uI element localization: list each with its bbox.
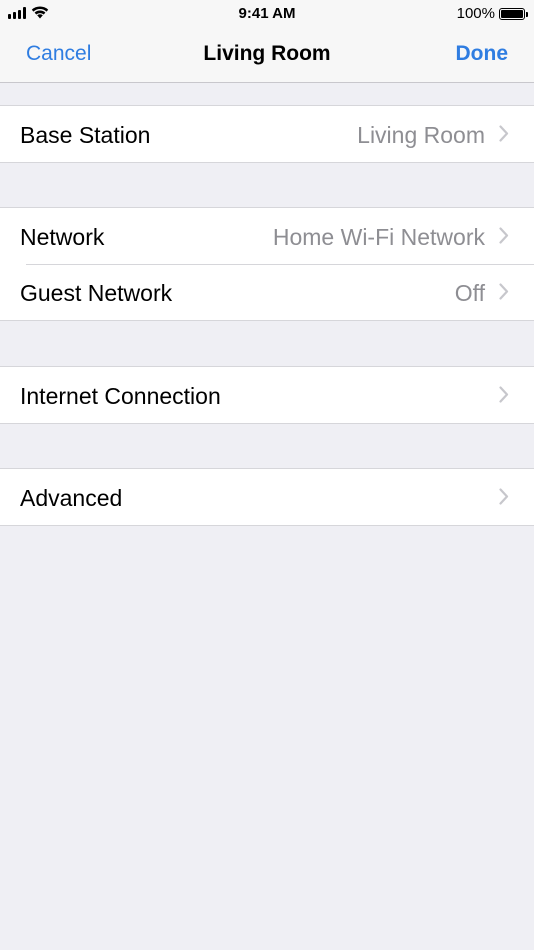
chevron-right-icon [499,125,509,142]
cancel-button[interactable]: Cancel [26,42,91,66]
row-label: Network [20,224,105,250]
row-value: Living Room [357,122,485,148]
row-label: Base Station [20,122,151,148]
done-button[interactable]: Done [456,42,509,66]
status-bar: 9:41 AM 100% [0,0,534,28]
row-value: Home Wi-Fi Network [272,224,485,250]
section-advanced: Advanced [0,468,534,526]
battery-percent: 100% [456,5,495,22]
status-right: 100% [456,5,528,22]
row-advanced[interactable]: Advanced [0,469,534,525]
row-base-station[interactable]: Base Station Living Room [0,106,534,162]
section-network: Network Home Wi-Fi Network Guest Network… [0,207,534,321]
battery-cap [526,11,528,17]
battery-icon [499,7,528,20]
row-guest-network[interactable]: Guest Network Off [0,264,534,320]
navigation-bar: Cancel Living Room Done [0,28,534,83]
chevron-right-icon [499,386,509,403]
chevron-right-icon [499,283,509,300]
chevron-right-icon [499,488,509,505]
section-base-station: Base Station Living Room [0,105,534,163]
row-network[interactable]: Network Home Wi-Fi Network [0,208,534,264]
row-label: Advanced [20,485,123,511]
status-time: 9:41 AM [238,5,296,22]
row-label: Guest Network [20,280,173,306]
battery-fill [501,9,523,18]
section-internet: Internet Connection [0,366,534,424]
row-label: Internet Connection [20,383,221,409]
chevron-right-icon [499,227,509,244]
row-internet-connection[interactable]: Internet Connection [0,367,534,423]
row-value: Off [454,280,485,306]
